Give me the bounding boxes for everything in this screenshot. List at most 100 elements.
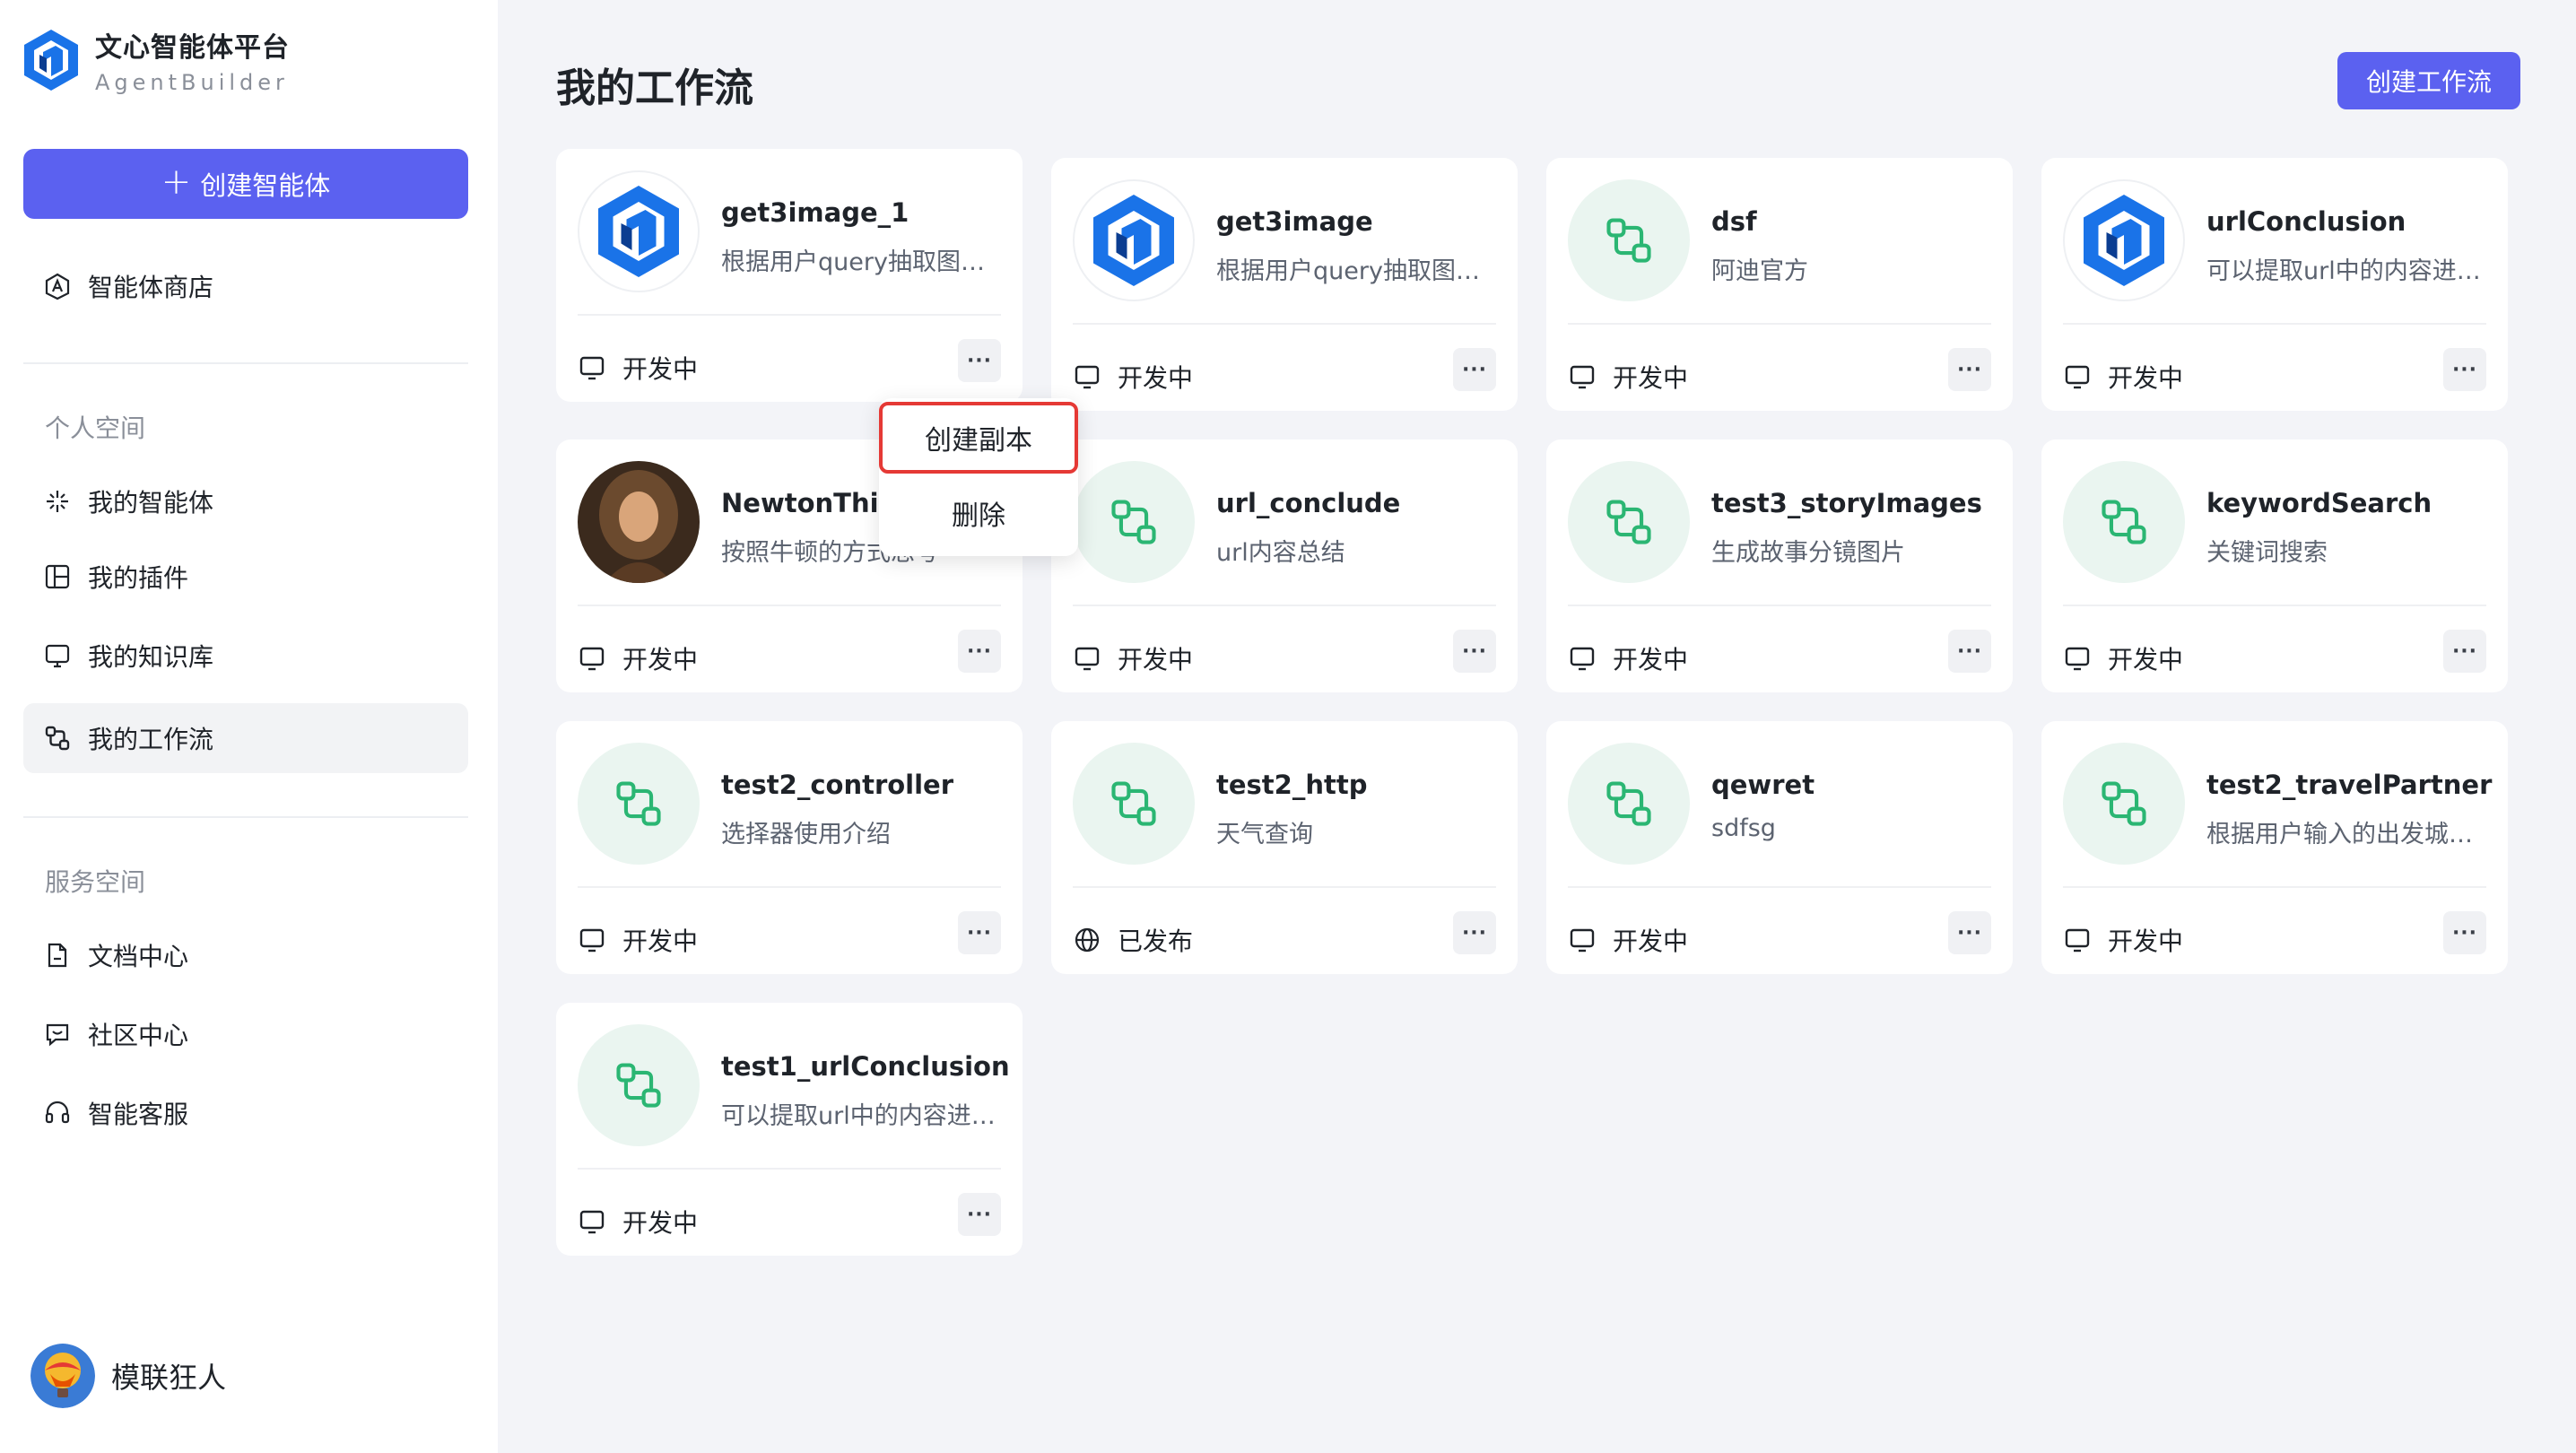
sidebar-item-docs[interactable]: 文档中心 xyxy=(23,920,468,990)
more-button[interactable]: ··· xyxy=(2443,911,2486,954)
status-badge: 开发中 xyxy=(578,1204,698,1240)
status-label: 开发中 xyxy=(1613,363,1689,393)
status-label: 开发中 xyxy=(1118,363,1194,393)
more-button[interactable]: ··· xyxy=(958,911,1001,954)
card-title: test2_travelPartner xyxy=(2206,770,2493,800)
sidebar-item-my-knowledge[interactable]: 我的知识库 xyxy=(23,621,468,691)
sidebar-item-community[interactable]: 社区中心 xyxy=(23,999,468,1069)
workflow-card[interactable]: test2_controller 选择器使用介绍 开发中 ··· xyxy=(556,721,1023,974)
status-label: 开发中 xyxy=(2108,645,2184,674)
status-label: 开发中 xyxy=(2108,927,2184,956)
card-avatar xyxy=(1568,461,1690,583)
more-button[interactable]: ··· xyxy=(1453,911,1496,954)
sidebar-item-support[interactable]: 智能客服 xyxy=(23,1078,468,1148)
card-avatar xyxy=(2063,743,2185,865)
more-button[interactable]: ··· xyxy=(2443,348,2486,391)
status-label: 开发中 xyxy=(622,645,699,674)
card-description: 可以提取url中的内容进行总结 xyxy=(721,1102,1008,1130)
card-title: test2_http xyxy=(1216,770,1368,800)
monitor-icon xyxy=(1570,928,1595,953)
card-avatar xyxy=(578,170,700,292)
agent-logo-icon xyxy=(1093,195,1174,286)
more-button[interactable]: ··· xyxy=(1453,348,1496,391)
workflow-card[interactable]: test2_travelPartner 根据用户输入的出发城市推荐开发中 ··· xyxy=(2041,721,2508,974)
create-workflow-button[interactable]: 创建工作流 xyxy=(2337,52,2520,109)
workflow-card[interactable]: url_conclude url内容总结 开发中 ··· xyxy=(1051,439,1518,692)
status-badge: 开发中 xyxy=(578,922,698,958)
monitor-icon xyxy=(1075,647,1100,671)
card-title: test1_urlConclusion xyxy=(721,1051,1008,1082)
workflow-card[interactable]: get3image 根据用户query抽取图片的画面开发中 ··· xyxy=(1051,158,1518,411)
create-copy-menu-item[interactable]: 创建副本 xyxy=(879,402,1078,474)
user-profile[interactable]: 模联狂人 xyxy=(30,1344,226,1408)
card-description: 选择器使用介绍 xyxy=(721,821,891,848)
sidebar-item-label: 我的插件 xyxy=(88,563,189,593)
more-button[interactable]: ··· xyxy=(958,630,1001,673)
workflow-card[interactable]: keywordSearch 关键词搜索 开发中 ··· xyxy=(2041,439,2508,692)
more-button[interactable]: ··· xyxy=(958,1193,1001,1236)
more-button[interactable]: ··· xyxy=(1948,348,1991,391)
more-button[interactable]: ··· xyxy=(2443,630,2486,673)
sidebar-divider xyxy=(23,362,468,364)
user-name: 模联狂人 xyxy=(111,1361,227,1395)
avatar xyxy=(30,1344,95,1408)
sidebar-item-label: 我的知识库 xyxy=(88,642,214,672)
workflow-card[interactable]: urlConclusion 可以提取url中的内容进行总结开发中 ··· xyxy=(2041,158,2508,411)
status-badge: 开发中 xyxy=(1568,922,1688,958)
card-avatar xyxy=(2063,179,2185,301)
monitor-icon xyxy=(579,356,605,380)
create-agent-button[interactable]: + 创建智能体 xyxy=(23,149,468,219)
more-button[interactable]: ··· xyxy=(1453,630,1496,673)
card-divider xyxy=(1073,605,1496,606)
brand[interactable]: 文心智能体平台 AgentBuilder xyxy=(22,25,290,95)
card-avatar xyxy=(578,461,700,583)
workflow-icon xyxy=(1111,781,1156,826)
card-description: 天气查询 xyxy=(1216,821,1313,848)
card-avatar xyxy=(578,743,700,865)
card-avatar xyxy=(1073,743,1195,865)
status-badge: 开发中 xyxy=(578,640,698,676)
sidebar-item-my-workflows[interactable]: 我的工作流 xyxy=(23,703,468,773)
sparkle-icon xyxy=(47,491,68,512)
workflow-card[interactable]: test2_http 天气查询已发布 ··· xyxy=(1051,721,1518,974)
monitor-icon xyxy=(579,647,605,671)
sidebar-item-store[interactable]: 智能体商店 xyxy=(23,251,468,321)
card-description: 根据用户query抽取图片的画面 xyxy=(1216,257,1503,285)
portrait-icon xyxy=(578,461,700,583)
sidebar-item-my-agents[interactable]: 我的智能体 xyxy=(23,466,468,536)
status-badge: 已发布 xyxy=(1073,922,1193,958)
status-badge: 开发中 xyxy=(2063,640,2183,676)
workflow-card[interactable]: dsf 阿迪官方 开发中 ··· xyxy=(1546,158,2013,411)
card-description: 根据用户输入的出发城市推荐 xyxy=(2206,821,2493,848)
workflow-card[interactable]: qewret sdfsg 开发中 ··· xyxy=(1546,721,2013,974)
sidebar-item-label: 智能体商店 xyxy=(88,273,214,302)
card-divider xyxy=(578,605,1001,606)
monitor-icon xyxy=(2065,647,2090,671)
card-description: sdfsg xyxy=(1711,814,1776,842)
card-title: dsf xyxy=(1711,206,1757,237)
status-badge: 开发中 xyxy=(2063,359,2183,395)
card-title: test3_storyImages xyxy=(1711,488,1982,518)
status-badge: 开发中 xyxy=(578,350,698,386)
sidebar-item-my-plugins[interactable]: 我的插件 xyxy=(23,542,468,612)
status-label: 开发中 xyxy=(622,1208,699,1238)
workflow-card[interactable]: test1_urlConclusion 可以提取url中的内容进行总结开发中 ··· xyxy=(556,1003,1023,1256)
card-divider xyxy=(2063,605,2486,606)
status-label: 开发中 xyxy=(2108,363,2184,393)
card-divider xyxy=(578,1168,1001,1170)
workflow-icon xyxy=(1606,781,1651,826)
agent-logo-icon xyxy=(598,186,679,277)
status-badge: 开发中 xyxy=(1568,640,1688,676)
workflow-icon xyxy=(1606,500,1651,544)
workflow-icon xyxy=(45,726,70,751)
brand-logo-icon xyxy=(24,30,78,91)
workflow-card[interactable]: get3image_1 根据用户query抽取图片的画面开发中 ··· xyxy=(556,149,1023,402)
more-button[interactable]: ··· xyxy=(958,339,1001,382)
more-button[interactable]: ··· xyxy=(1948,630,1991,673)
headset-icon xyxy=(45,1101,70,1124)
delete-menu-item[interactable]: 删除 xyxy=(879,477,1078,549)
monitor-icon xyxy=(2065,928,2090,953)
workflow-card[interactable]: test3_storyImages 生成故事分镜图片 开发中 ··· xyxy=(1546,439,2013,692)
more-button[interactable]: ··· xyxy=(1948,911,1991,954)
monitor-icon xyxy=(2065,365,2090,389)
